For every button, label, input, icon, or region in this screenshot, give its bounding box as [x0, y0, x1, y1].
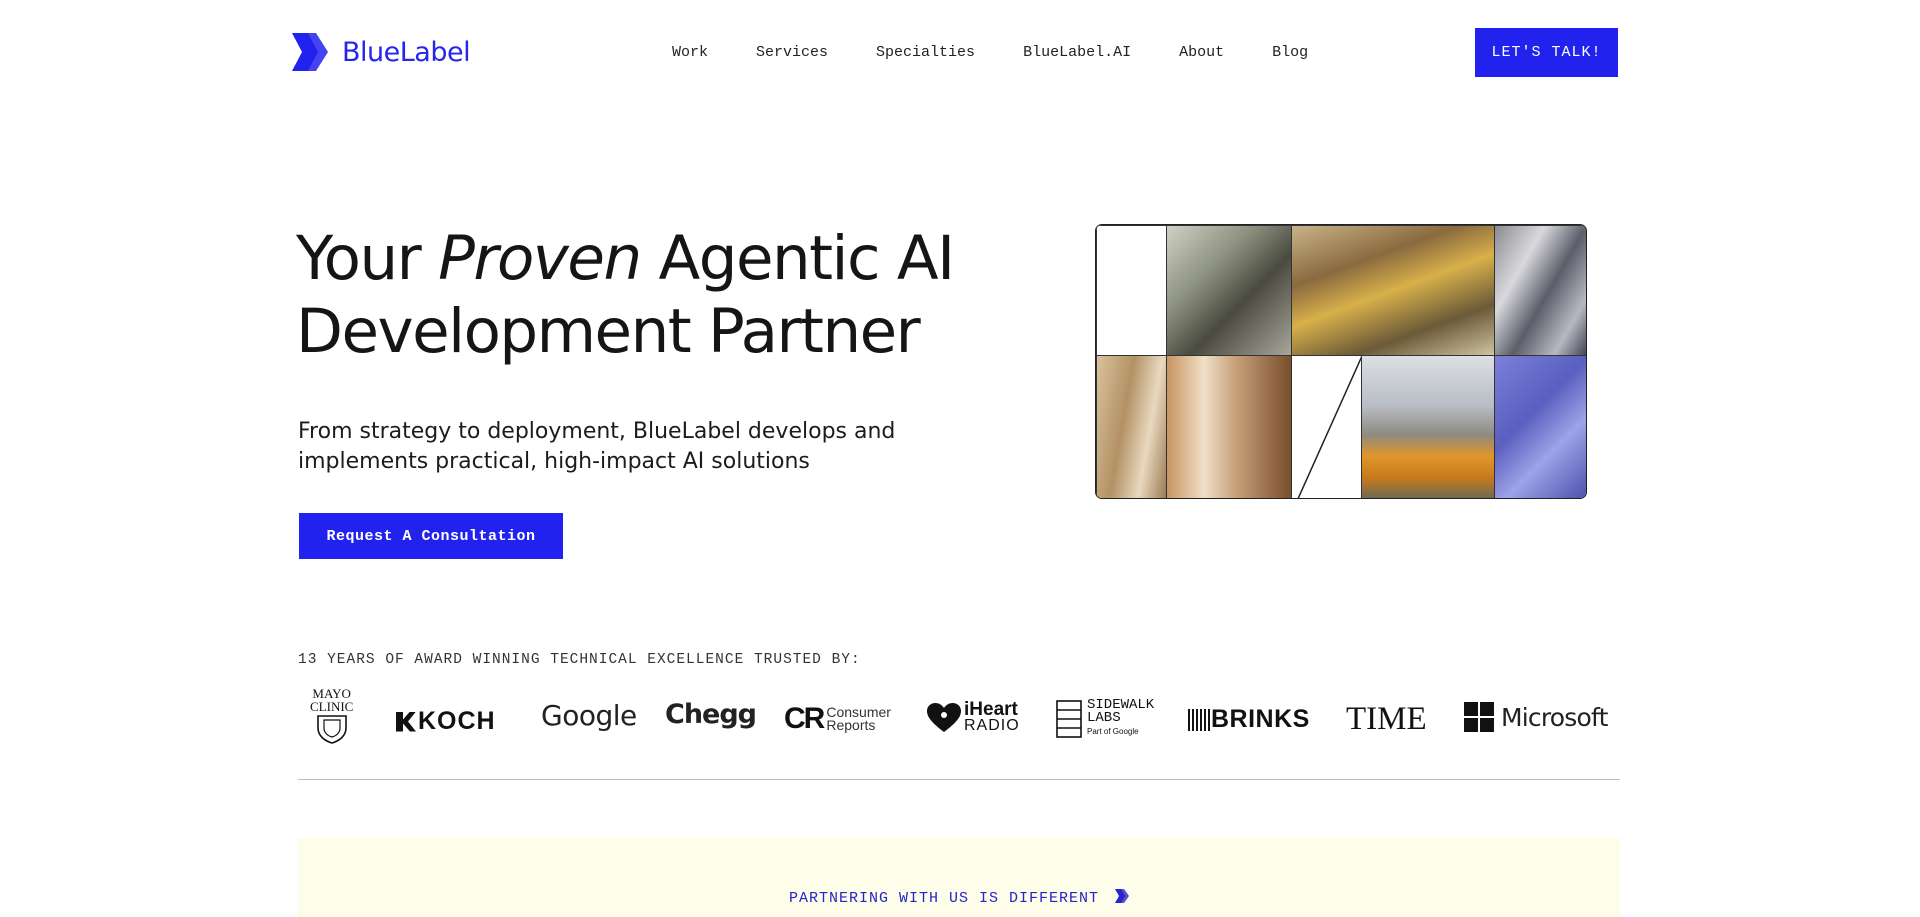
- hero-image-mosaic: [1095, 224, 1587, 499]
- hero-title-line1-end: Agentic AI: [640, 223, 955, 294]
- main-menu: Work Services Specialties BlueLabel.AI A…: [672, 44, 1308, 61]
- bluelabel-wordmark: BlueLabel: [342, 36, 471, 68]
- microsoft-logo: Microsoft: [1464, 702, 1608, 732]
- mosaic-aerial-photo: [1494, 225, 1586, 356]
- nav-link-work[interactable]: Work: [672, 44, 708, 61]
- sidewalk-labs-logo: SIDEWALK LABS Part of Google: [1056, 698, 1154, 738]
- double-chevron-icon: [1115, 889, 1130, 903]
- top-navigation: BlueLabel Work Services Specialties Blue…: [0, 0, 1920, 105]
- consumer-reports-mark: CR: [784, 702, 825, 735]
- nav-link-blog[interactable]: Blog: [1272, 44, 1308, 61]
- hero-title-emphasis: Proven: [438, 223, 642, 294]
- iheart-radio-logo: iHeart RADIO: [926, 699, 1020, 734]
- hero-title-line2: Development Partner: [296, 296, 921, 367]
- nav-link-about[interactable]: About: [1179, 44, 1224, 61]
- mosaic-diagonal-line: [1297, 355, 1363, 498]
- iheart-heart-icon: [927, 703, 961, 732]
- mosaic-wall-photo: [1096, 355, 1167, 498]
- bluelabel-logo-icon: [292, 33, 328, 71]
- chegg-wordmark: Chegg: [665, 699, 757, 730]
- consumer-reports-line2: Reports: [826, 717, 876, 733]
- brinks-wordmark: BRINKS: [1211, 705, 1310, 733]
- hero-title-prefix: Your: [296, 223, 439, 294]
- partnering-heading: PARTNERING WITH US IS DIFFERENT: [298, 889, 1620, 907]
- sidewalk-labs-mark-icon: [1056, 699, 1082, 738]
- trusted-by-label: 13 YEARS OF AWARD WINNING TECHNICAL EXCE…: [298, 652, 861, 668]
- koch-mark-icon: [396, 711, 416, 732]
- brinks-logo: BRINKS: [1188, 705, 1310, 734]
- microsoft-wordmark: Microsoft: [1501, 702, 1608, 732]
- consumer-reports-text: Consumer Reports: [826, 705, 891, 733]
- mosaic-cafe-photo: [1166, 225, 1292, 356]
- iheart-text: iHeart RADIO: [964, 699, 1020, 734]
- partnering-section: PARTNERING WITH US IS DIFFERENT: [298, 838, 1620, 917]
- bluelabel-logo[interactable]: BlueLabel: [292, 33, 471, 71]
- mayo-clinic-logo-line2: CLINIC: [310, 699, 354, 714]
- lets-talk-button[interactable]: LET'S TALK!: [1475, 28, 1618, 77]
- mosaic-blue-map-photo: [1494, 355, 1586, 498]
- iheart-line2: RADIO: [964, 717, 1020, 734]
- nav-link-services[interactable]: Services: [756, 44, 828, 61]
- mosaic-city-photo: [1361, 355, 1495, 498]
- nav-link-bluelabel-ai[interactable]: BlueLabel.AI: [1023, 44, 1131, 61]
- koch-wordmark: KOCH: [418, 707, 496, 735]
- request-consultation-button[interactable]: Request A Consultation: [299, 513, 563, 559]
- koch-logo: KOCH: [396, 707, 496, 736]
- mayo-clinic-logo: MAYO CLINIC: [310, 687, 353, 744]
- mosaic-line-tile: [1291, 355, 1363, 498]
- time-wordmark: TIME: [1346, 701, 1427, 737]
- iheart-line1: iHeart: [964, 699, 1018, 720]
- sidewalk-labs-line3: Part of Google: [1087, 727, 1139, 736]
- google-logo: Google: [541, 699, 637, 732]
- google-wordmark: Google: [541, 699, 637, 732]
- partnering-heading-text: PARTNERING WITH US IS DIFFERENT: [788, 890, 1100, 907]
- sidewalk-labs-line2: LABS: [1087, 710, 1121, 726]
- sidewalk-labs-text: SIDEWALK LABS Part of Google: [1087, 698, 1154, 738]
- nav-link-specialties[interactable]: Specialties: [876, 44, 975, 61]
- client-logos: MAYO CLINIC KOCH Google Chegg CR Consume…: [298, 685, 1620, 753]
- hero-subtitle: From strategy to deployment, BlueLabel d…: [298, 419, 896, 474]
- mosaic-blank-tile: [1096, 225, 1167, 356]
- brinks-stripes-icon: [1188, 708, 1210, 731]
- hero-title: Your Proven Agentic AI Development Partne…: [296, 222, 1016, 368]
- section-divider: [298, 779, 1620, 780]
- mosaic-family-photo: [1166, 355, 1292, 498]
- mosaic-food-photo: [1291, 225, 1495, 356]
- microsoft-windows-icon: [1464, 702, 1494, 732]
- time-logo: TIME: [1346, 701, 1427, 738]
- consumer-reports-logo: CR Consumer Reports: [784, 702, 891, 736]
- chegg-logo: Chegg: [665, 699, 757, 730]
- mayo-shield-icon: [316, 715, 347, 744]
